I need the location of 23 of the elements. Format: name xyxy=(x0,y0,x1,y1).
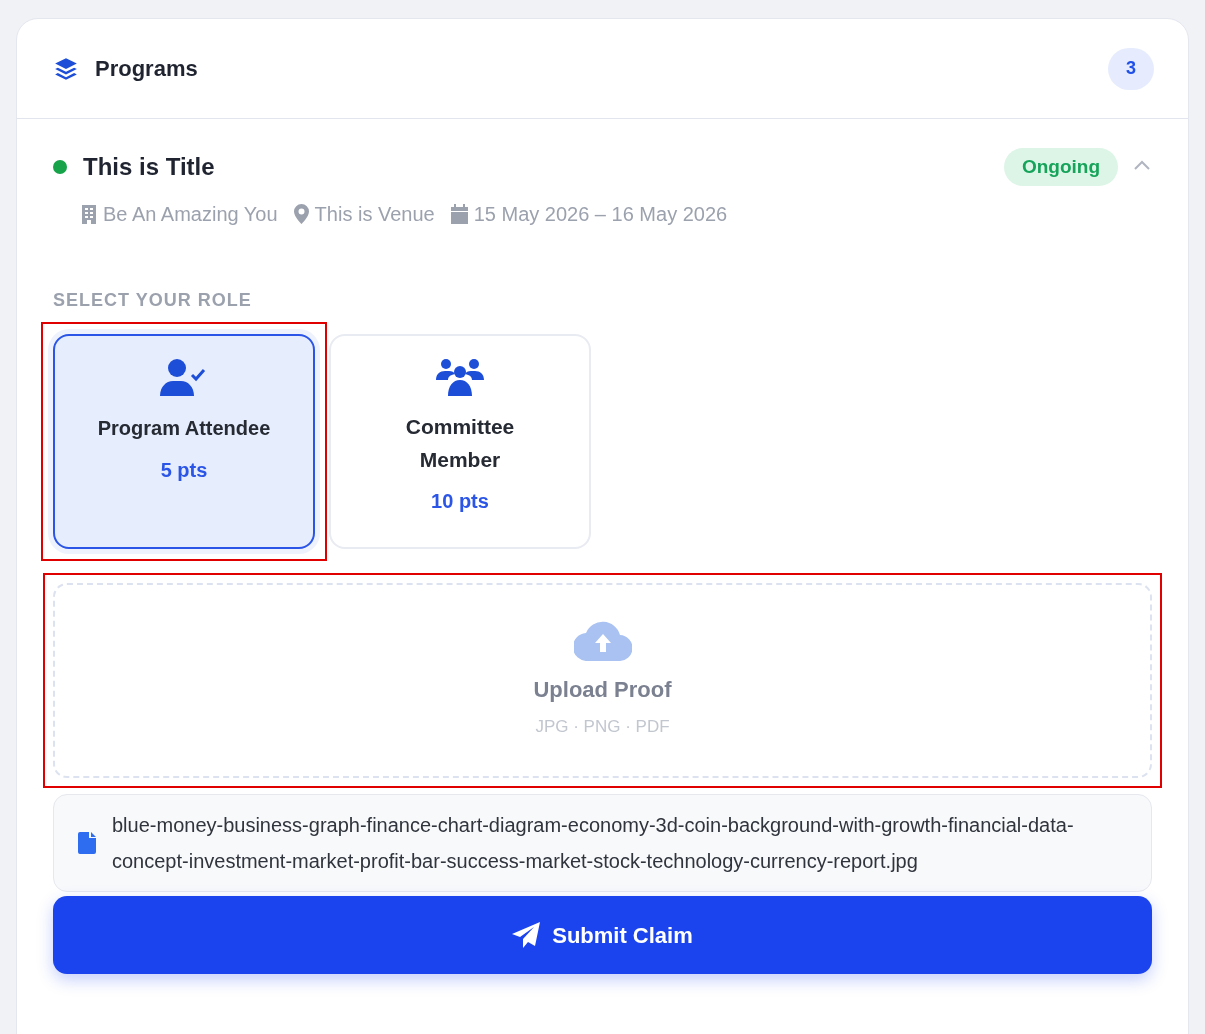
section-title: Programs xyxy=(95,55,198,83)
file-name: blue-money-business-graph-finance-chart-diagram-economy-3d-coin-background-with-growth-financial-data-concept-investment-market-profit-bar-success-market-stock-technology-currency-report.jpg xyxy=(112,813,1075,874)
upload-dropzone[interactable]: Upload Proof JPG · PNG · PDF xyxy=(53,583,1152,778)
location-pin-icon xyxy=(293,204,309,224)
calendar-icon xyxy=(450,204,468,224)
person-check-icon xyxy=(160,358,208,398)
venue-text: This is Venue xyxy=(314,202,435,227)
group-icon xyxy=(436,358,484,396)
status-badge: Ongoing xyxy=(1003,148,1118,186)
upload-formats: JPG · PNG · PDF xyxy=(535,716,670,739)
cloud-upload-icon xyxy=(573,621,632,662)
upload-title: Upload Proof xyxy=(533,676,672,705)
building-icon xyxy=(81,204,97,224)
file-icon xyxy=(78,832,96,854)
program-title: This is Title xyxy=(83,152,215,182)
paper-plane-icon xyxy=(512,922,541,948)
count-badge: 3 xyxy=(1108,47,1154,90)
section-label: SELECT YOUR ROLE xyxy=(53,289,253,312)
layers-icon xyxy=(53,55,79,82)
role-card[interactable]: Committee Member 10 pts xyxy=(329,334,591,549)
organizer-text: Be An Amazing You xyxy=(103,202,278,227)
submit-button[interactable]: Submit Claim xyxy=(53,896,1152,974)
date-range-text: 15 May 2026 – 16 May 2026 xyxy=(473,202,728,227)
